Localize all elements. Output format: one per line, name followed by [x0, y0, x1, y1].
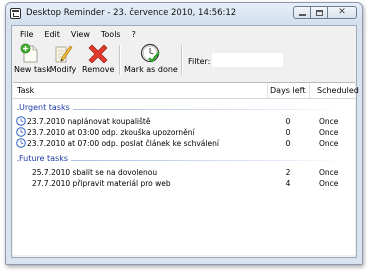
title-bar[interactable]: Desktop Reminder - 23. července 2010, 14…: [6, 3, 362, 25]
new-task-button[interactable]: New task: [14, 43, 51, 77]
remove-button[interactable]: Remove: [82, 43, 114, 77]
task-list[interactable]: Task Days left Scheduled Urgent tasks 23…: [13, 82, 359, 255]
column-divider[interactable]: [309, 83, 310, 98]
scheduled: Once: [319, 179, 339, 188]
remove-label: Remove: [82, 65, 115, 74]
app-calendar-icon[interactable]: [10, 8, 21, 19]
days-left: 0: [285, 117, 291, 126]
filter-label: Filter:: [188, 57, 211, 66]
days-left: 4: [285, 179, 291, 188]
days-left: 0: [285, 139, 291, 148]
close-button[interactable]: ✕: [327, 6, 357, 19]
column-header-days-left[interactable]: Days left: [270, 86, 305, 95]
new-task-label: New task: [14, 65, 51, 74]
task-text: 25.7.2010 sbalit se na dovolenou: [32, 168, 158, 177]
group-header-urgent[interactable]: Urgent tasks: [17, 103, 347, 115]
task-text: 27.7.2010 připravit materiál pro web: [32, 179, 171, 188]
column-header-scheduled[interactable]: Scheduled: [317, 86, 359, 95]
maximize-button[interactable]: [310, 6, 328, 19]
minimize-button[interactable]: [293, 6, 311, 19]
caption-buttons: ✕: [293, 6, 357, 20]
list-item[interactable]: 23.7.2010 at 03:00 odp. zkouška upozorně…: [13, 127, 355, 138]
scheduled: Once: [319, 168, 339, 177]
menu-bar: File Edit View Tools ?: [12, 26, 356, 42]
group-header-future[interactable]: Future tasks: [17, 154, 347, 166]
toolbar-separator: [119, 45, 121, 75]
menu-edit[interactable]: Edit: [39, 30, 65, 39]
task-text: 23.7.2010 at 07:00 odp. poslat článek ke…: [27, 139, 219, 148]
clock-icon: [16, 116, 26, 126]
menu-file[interactable]: File: [15, 30, 38, 39]
close-icon: ✕: [338, 7, 346, 17]
window-title: Desktop Reminder - 23. července 2010, 14…: [26, 8, 237, 18]
clock-icon: [16, 138, 26, 148]
list-item[interactable]: 27.7.2010 připravit materiál pro web 4 O…: [13, 178, 355, 189]
clock-icon: [16, 127, 26, 137]
mark-as-done-label: Mark as done: [124, 65, 178, 74]
column-divider[interactable]: [267, 83, 268, 98]
task-text: 23.7.2010 at 03:00 odp. zkouška upozorně…: [27, 128, 195, 137]
toolbar-separator-2: [181, 45, 183, 75]
menu-view[interactable]: View: [66, 30, 95, 39]
menu-tools[interactable]: Tools: [96, 30, 126, 39]
menu-help[interactable]: ?: [127, 30, 141, 39]
client-area: File Edit View Tools ? New task Modify R…: [11, 25, 359, 258]
task-text: 23.7.2010 naplánovat koupaliště: [27, 117, 151, 126]
mark-as-done-button[interactable]: Mark as done: [124, 43, 178, 77]
edit-pencil-icon: [55, 45, 73, 63]
new-document-icon: [20, 43, 38, 63]
days-left: 0: [285, 128, 291, 137]
column-header-task[interactable]: Task: [17, 86, 34, 95]
maximize-icon: [311, 7, 327, 18]
delete-x-icon: [88, 44, 108, 63]
list-header: Task Days left Scheduled: [13, 83, 359, 99]
minimize-icon: [294, 7, 310, 18]
clock-checkmark-icon: [140, 43, 160, 63]
modify-button[interactable]: Modify: [46, 43, 80, 77]
scheduled: Once: [319, 128, 339, 137]
list-item[interactable]: 23.7.2010 at 07:00 odp. poslat článek ke…: [13, 138, 355, 149]
list-item[interactable]: 23.7.2010 naplánovat koupaliště 0 Once: [13, 116, 355, 127]
group-label: Urgent tasks: [19, 103, 73, 112]
group-label: Future tasks: [19, 154, 72, 163]
filter-input[interactable]: [212, 53, 283, 67]
modify-label: Modify: [49, 65, 77, 74]
app-window: Desktop Reminder - 23. července 2010, 14…: [5, 2, 363, 265]
scheduled: Once: [319, 139, 339, 148]
days-left: 2: [285, 168, 291, 177]
list-item[interactable]: 25.7.2010 sbalit se na dovolenou 2 Once: [13, 167, 355, 178]
scheduled: Once: [319, 117, 339, 126]
toolbar: New task Modify Remove Mark as done Filt…: [12, 42, 356, 78]
